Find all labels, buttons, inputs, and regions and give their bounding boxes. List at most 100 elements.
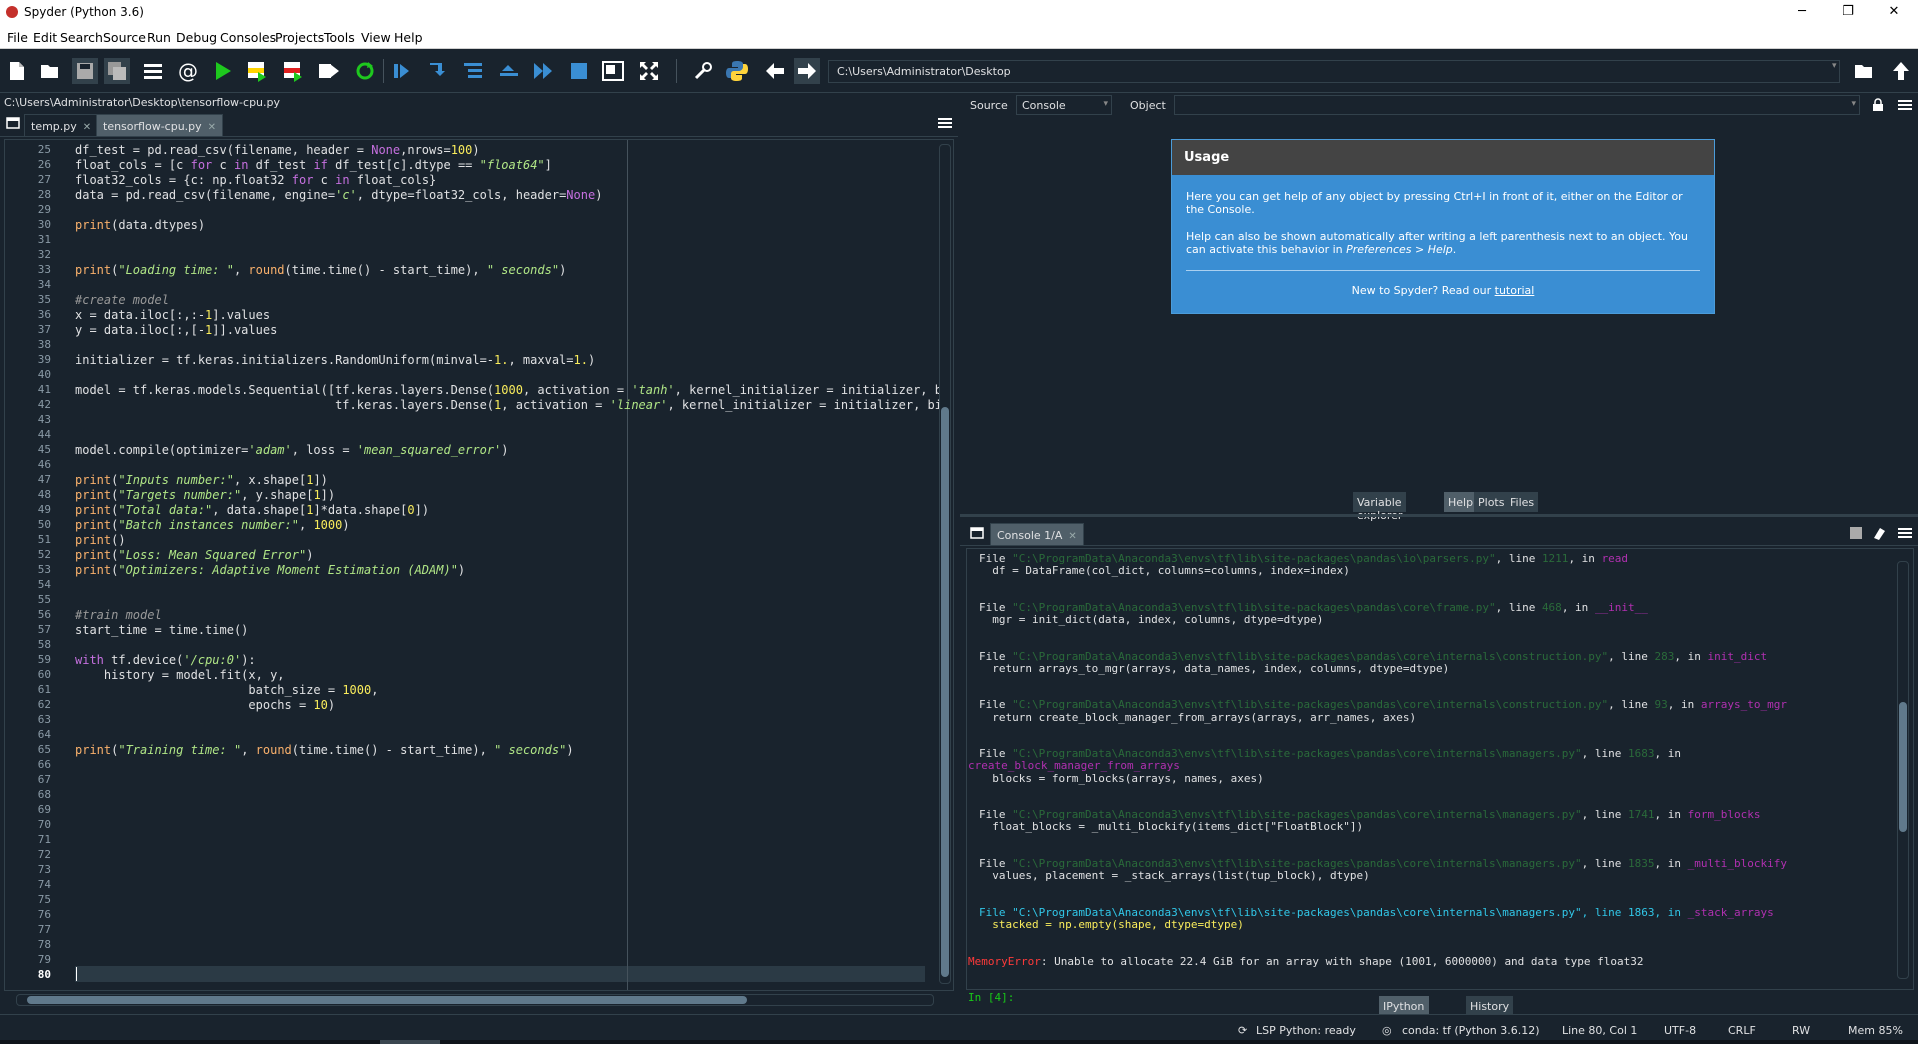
run-cell-advance-icon[interactable] <box>280 58 306 84</box>
step-return-icon[interactable] <box>496 58 522 84</box>
code-token: , y.shape[ <box>241 488 314 502</box>
tab-tensorflow-cpu-py[interactable]: tensorflow-cpu.py ✕ <box>96 114 224 136</box>
tab-history[interactable]: History <box>1466 996 1514 1016</box>
tab-console-1a[interactable]: Console 1/A ✕ <box>990 523 1084 545</box>
menu-file[interactable]: File <box>7 30 28 45</box>
save-icon[interactable] <box>72 58 98 84</box>
line-number: 62 <box>37 698 51 711</box>
browse-tabs-icon[interactable] <box>6 117 20 132</box>
new-file-icon[interactable] <box>4 58 30 84</box>
run-selection-icon[interactable] <box>316 58 342 84</box>
close-tab-icon[interactable]: ✕ <box>1068 531 1076 542</box>
working-directory-input[interactable]: C:\Users\Administrator\Desktop <box>828 60 1840 83</box>
run-cell-icon[interactable] <box>244 58 270 84</box>
menu-consoles[interactable]: Consoles <box>220 30 276 45</box>
line-number: 53 <box>37 563 51 576</box>
traceback-function: arrays_to_mgr <box>1700 698 1787 712</box>
menu-view[interactable]: View <box>361 30 391 45</box>
menu-tools[interactable]: Tools <box>324 30 355 45</box>
line-number: 46 <box>37 458 51 471</box>
browse-tabs-icon[interactable] <box>970 527 984 542</box>
debug-icon[interactable] <box>388 58 414 84</box>
console-line: blocks = form_blocks(arrays, names, axes… <box>979 772 1264 785</box>
rerun-icon[interactable] <box>352 58 378 84</box>
menu-help[interactable]: Help <box>394 30 423 45</box>
minimize-button[interactable]: ─ <box>1780 0 1824 25</box>
console-scrollbar[interactable] <box>1897 561 1909 979</box>
editor-options-menu-icon[interactable] <box>938 117 952 132</box>
line-number: 45 <box>37 443 51 456</box>
run-icon[interactable] <box>210 58 236 84</box>
editor-vertical-scrollbar[interactable] <box>939 144 951 984</box>
traceback-function: read <box>1601 552 1629 565</box>
console-line: File "C:\ProgramData\Anaconda3\envs\tf\l… <box>979 808 1761 822</box>
ipython-console[interactable]: File "C:\ProgramData\Anaconda3\envs\tf\l… <box>966 548 1914 1004</box>
tab-temp-py[interactable]: temp.py ✕ <box>24 114 99 136</box>
close-tab-icon[interactable]: ✕ <box>83 122 91 133</box>
parent-dir-icon[interactable] <box>1888 58 1914 84</box>
code-token: print <box>75 473 112 487</box>
lsp-status[interactable]: LSP Python: ready <box>1256 1024 1356 1037</box>
fullscreen-icon[interactable] <box>636 58 662 84</box>
source-select[interactable]: Console ▾ <box>1016 95 1112 115</box>
close-tab-icon[interactable]: ✕ <box>208 122 216 133</box>
clear-console-icon[interactable] <box>1872 526 1886 543</box>
step-into-icon[interactable] <box>460 58 486 84</box>
stop-icon[interactable] <box>566 58 592 84</box>
code-token: ) <box>559 263 567 277</box>
conda-env[interactable]: conda: tf (Python 3.6.12) <box>1402 1024 1540 1037</box>
menu-projects[interactable]: Projects <box>275 30 324 45</box>
continue-icon[interactable] <box>530 58 556 84</box>
outline-icon[interactable] <box>140 58 166 84</box>
forward-arrow-icon[interactable] <box>794 58 820 84</box>
stop-kernel-icon[interactable] <box>1850 527 1862 542</box>
scroll-thumb[interactable] <box>27 996 747 1004</box>
menu-source[interactable]: Source <box>103 30 146 45</box>
console-line: create_block_manager_from_arrays <box>968 759 1180 772</box>
code-token: None <box>371 143 401 157</box>
window-title: Spyder (Python 3.6) <box>24 5 144 19</box>
save-all-icon[interactable] <box>104 58 130 84</box>
at-icon[interactable]: @ <box>175 58 201 84</box>
tab-plots[interactable]: Plots <box>1474 492 1509 512</box>
menu-edit[interactable]: Edit <box>33 30 57 45</box>
code-editor[interactable]: 25 26 27 28 29 30 31 32 33 34 35 36 37 38 39 40 41 42 43 44… <box>4 139 954 991</box>
python-path-icon[interactable] <box>724 58 750 84</box>
pane-splitter[interactable] <box>960 514 1918 517</box>
console-line: File "C:\ProgramData\Anaconda3\envs\tf\l… <box>979 600 1648 614</box>
open-file-icon[interactable] <box>38 58 64 84</box>
tab-help[interactable]: Help <box>1444 492 1478 512</box>
preferences-icon[interactable] <box>690 58 716 84</box>
tab-ipython-console[interactable]: IPython console <box>1379 996 1430 1026</box>
maximize-pane-icon[interactable] <box>600 58 626 84</box>
close-window-button[interactable]: ✕ <box>1872 0 1916 25</box>
path-dropdown-chevron-icon[interactable]: ▾ <box>1832 61 1837 71</box>
menu-search[interactable]: Search <box>60 30 103 45</box>
menu-bar: File Edit Search Source Run Debug Consol… <box>0 25 1918 49</box>
object-input[interactable]: ▾ <box>1174 95 1860 115</box>
line-number: 73 <box>37 863 51 876</box>
help-options-menu-icon[interactable] <box>1898 99 1912 114</box>
code-token: c <box>313 173 336 187</box>
source-label: Source <box>970 99 1008 112</box>
code-token: ) <box>472 143 480 157</box>
tab-files[interactable]: Files <box>1506 492 1539 512</box>
step-icon[interactable] <box>424 58 450 84</box>
line-number: 36 <box>37 308 51 321</box>
console-options-menu-icon[interactable] <box>1898 527 1912 542</box>
back-arrow-icon[interactable] <box>762 58 788 84</box>
tab-variable-explorer[interactable]: Variable explorer <box>1353 492 1407 522</box>
menu-run[interactable]: Run <box>147 30 171 45</box>
code-token: for <box>190 158 213 172</box>
menu-debug[interactable]: Debug <box>176 30 217 45</box>
browse-folder-icon[interactable] <box>1852 58 1878 84</box>
scroll-thumb[interactable] <box>1899 702 1907 832</box>
traceback-code: values, placement = _stack_arrays(list(t… <box>979 869 1370 883</box>
editor-horizontal-scrollbar[interactable] <box>16 994 934 1006</box>
line-number: 54 <box>37 578 51 591</box>
tutorial-link[interactable]: tutorial <box>1495 284 1535 297</box>
traceback-file-path: "C:\ProgramData\Anaconda3\envs\tf\lib\si… <box>1012 552 1496 565</box>
scroll-thumb[interactable] <box>941 407 949 977</box>
lock-icon[interactable] <box>1872 98 1884 115</box>
restore-button[interactable]: ❐ <box>1826 0 1870 25</box>
